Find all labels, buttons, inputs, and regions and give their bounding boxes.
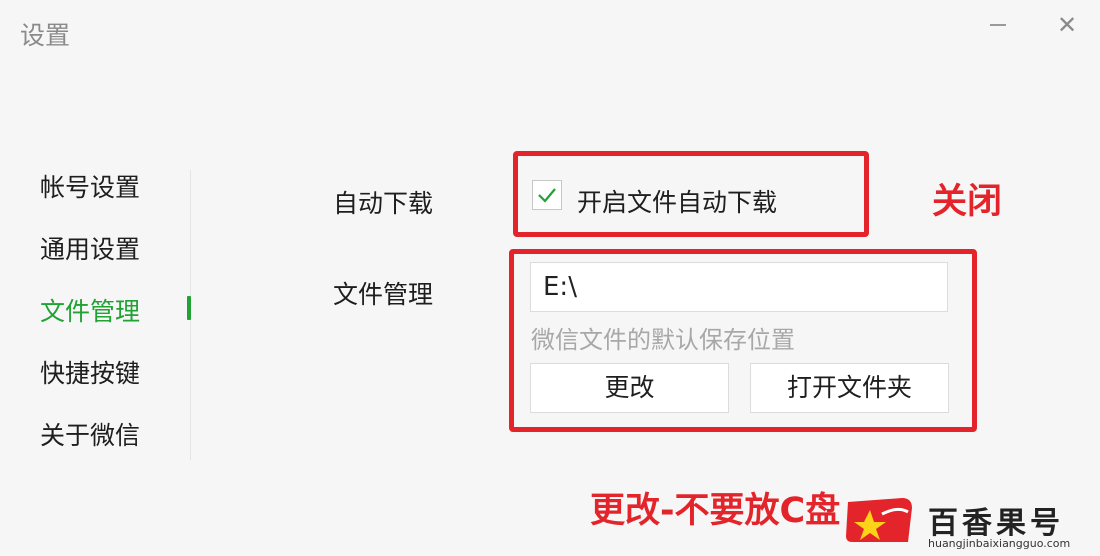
change-path-button[interactable]: 更改 [530,363,729,413]
sidebar-item-general-settings[interactable]: 通用设置 [40,230,140,266]
watermark-url: huangjinbaixiangguo.com [928,537,1071,550]
watermark-name: 百香果号 [928,506,1064,541]
annotation-close-note: 关闭 [932,182,1003,222]
auto-download-checkbox[interactable] [532,180,562,210]
check-icon [538,188,556,203]
watermark-logo-icon [846,498,912,542]
window-title: 设置 [20,21,71,50]
save-path-input[interactable]: E:\ [530,262,948,312]
open-folder-button[interactable]: 打开文件夹 [750,363,949,413]
sidebar-item-shortcuts[interactable]: 快捷按键 [40,354,140,390]
sidebar-item-about[interactable]: 关于微信 [40,416,140,452]
auto-download-label: 自动下载 [333,189,434,218]
sidebar-item-file-management[interactable]: 文件管理 [40,292,140,328]
close-icon[interactable]: ✕ [1054,12,1080,38]
active-indicator [187,296,191,320]
save-path-hint: 微信文件的默认保存位置 [531,326,795,354]
file-management-label: 文件管理 [333,280,434,309]
minimize-icon[interactable] [990,24,1006,26]
auto-download-checkbox-label[interactable]: 开启文件自动下载 [577,183,777,219]
sidebar-item-account-settings[interactable]: 帐号设置 [40,168,140,204]
annotation-change-note: 更改-不要放C盘 [590,491,841,531]
